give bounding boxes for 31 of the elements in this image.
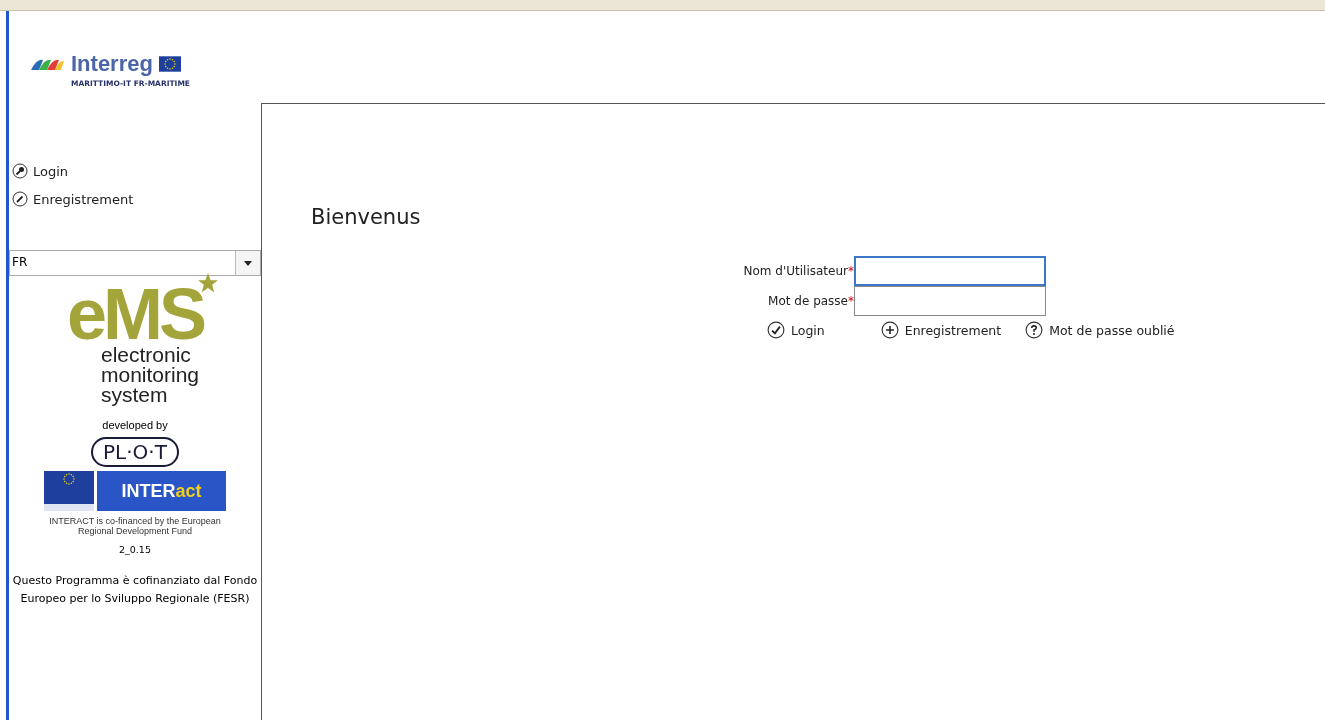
text-field[interactable]: [854, 256, 1046, 286]
program-funding-note: Questo Programma è cofinanziato dal Fondo Europeo per lo Sviluppo Regionale (FESR): [11, 573, 259, 608]
required-marker: *: [848, 294, 854, 308]
field-label: Nom d'Utilisateur: [743, 264, 848, 278]
welcome-heading: Bienvenus: [311, 205, 422, 229]
interact-logo: INTERact: [44, 471, 226, 512]
developed-by-text: developed by: [102, 419, 168, 432]
ems-logo-text: eMS: [66, 284, 203, 346]
interreg-logo-text: Interreg: [71, 53, 153, 75]
ems-logo-caption: monitoring: [100, 365, 199, 386]
plus-icon: [880, 321, 899, 339]
sidebar-menu-item[interactable]: Enregistrement: [12, 191, 134, 207]
plot-logo: PL·O·T: [91, 437, 179, 468]
version-number: 2_0.15: [119, 544, 151, 556]
key-icon: [12, 163, 28, 179]
language-select[interactable]: FR: [9, 250, 261, 276]
action-link[interactable]: Mot de passe oublié: [1025, 321, 1175, 339]
ems-logo-caption: electronic: [100, 345, 192, 366]
pen-icon: [12, 191, 28, 207]
action-link[interactable]: Login: [767, 321, 825, 339]
text-field[interactable]: [854, 286, 1046, 316]
field-label: Mot de passe: [768, 294, 848, 308]
sidebar-menu-item[interactable]: Login: [12, 163, 69, 179]
help-icon: [1025, 321, 1044, 339]
eu-flag-icon: [158, 56, 181, 72]
action-link[interactable]: Enregistrement: [880, 321, 1002, 339]
ems-logo-caption: system: [100, 385, 168, 406]
check-icon: [767, 321, 785, 339]
required-marker: *: [848, 264, 854, 278]
cofinancing-note: INTERACT is co-financed by the European Regional Development Fund: [48, 516, 222, 537]
caret-icon: [244, 260, 252, 266]
